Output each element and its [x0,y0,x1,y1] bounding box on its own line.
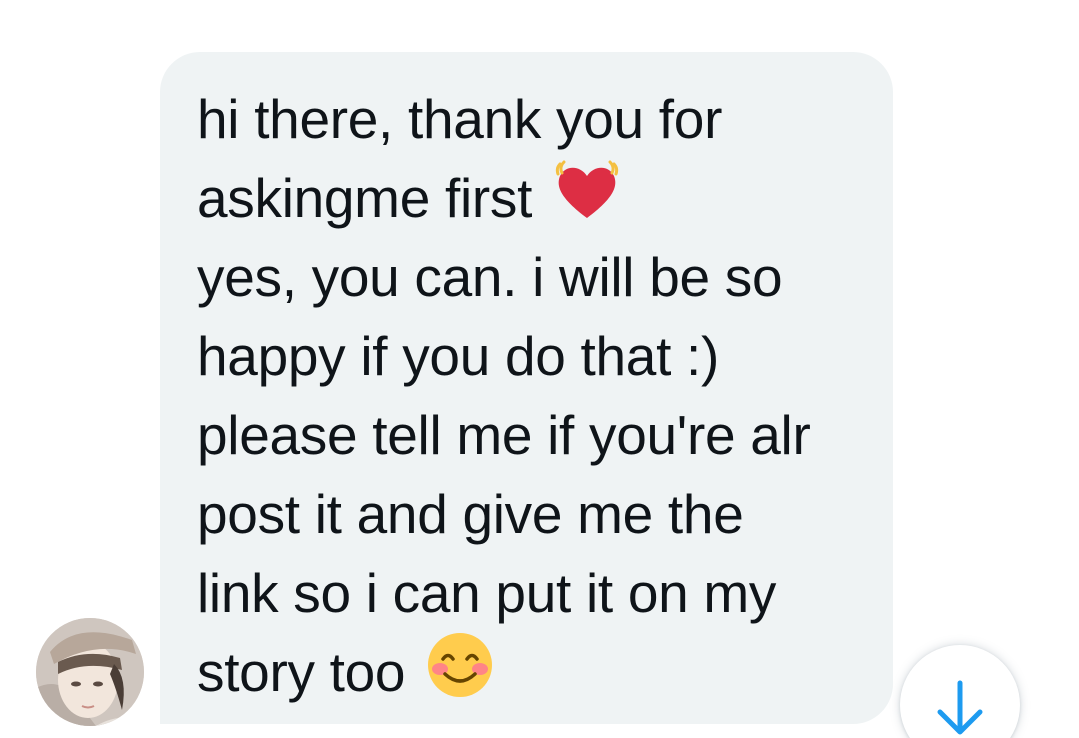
message-text: post it and give me the [197,482,744,545]
sender-avatar[interactable] [36,618,144,726]
message-line: story too [197,632,873,711]
message-line: hi there, thank you for [197,79,873,158]
scroll-to-bottom-button[interactable] [900,645,1020,738]
dm-conversation: hi there, thank you for askingme first y… [0,0,1079,738]
message-text: please tell me if you're alr [197,403,811,466]
message-text: story too [197,640,406,703]
message-line: link so i can put it on my [197,553,873,632]
message-line: post it and give me the [197,474,873,553]
message-text: hi there, thank you for [197,87,723,150]
arrow-down-icon [937,680,983,735]
message-text: link so i can put it on my [197,561,777,624]
message-text: happy if you do that :) [197,324,720,387]
message-bubble[interactable]: hi there, thank you for askingme first y… [160,52,893,724]
avatar-image [36,618,144,726]
smiling-face-icon [427,632,493,711]
message-line: please tell me if you're alr [197,395,873,474]
beating-heart-icon [554,160,620,235]
message-line: happy if you do that :) [197,316,873,395]
message-line: askingme first [197,158,873,237]
message-text: askingme first [197,166,533,229]
message-line: yes, you can. i will be so [197,237,873,316]
message-text: yes, you can. i will be so [197,245,783,308]
